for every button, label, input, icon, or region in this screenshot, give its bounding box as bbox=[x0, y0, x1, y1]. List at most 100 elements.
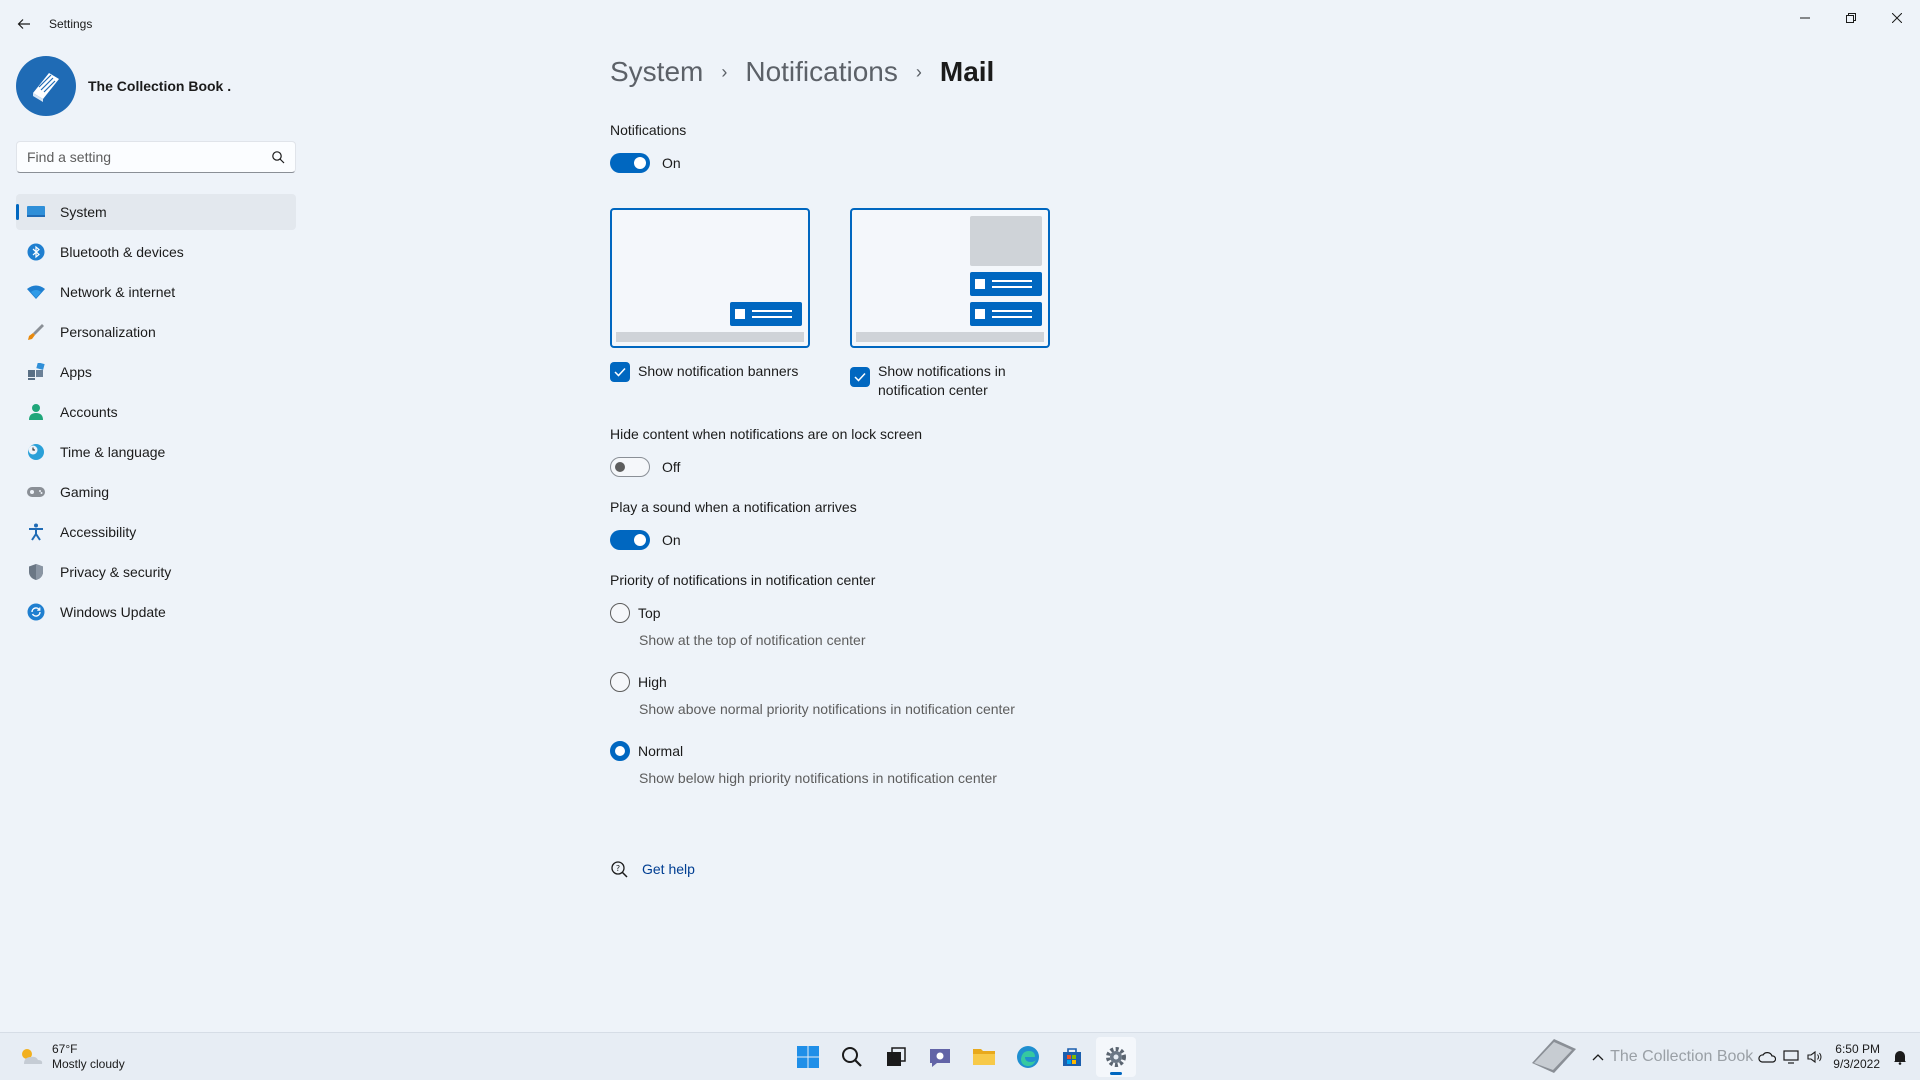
sidebar-item-label: System bbox=[60, 204, 107, 220]
chat-button[interactable] bbox=[920, 1037, 960, 1077]
show-banners-checkbox[interactable] bbox=[610, 362, 630, 382]
sidebar-item-personalization[interactable]: Personalization bbox=[16, 314, 296, 350]
sidebar-item-label: Time & language bbox=[60, 444, 166, 460]
sidebar-item-apps[interactable]: Apps bbox=[16, 354, 296, 390]
update-icon bbox=[26, 602, 46, 622]
apps-icon bbox=[26, 362, 46, 382]
book-icon bbox=[33, 73, 59, 102]
sidebar-item-label: Privacy & security bbox=[60, 564, 172, 580]
get-help[interactable]: ? Get help bbox=[610, 860, 695, 878]
show-in-center-option: Show notifications in notification cente… bbox=[850, 362, 1050, 400]
svg-text:?: ? bbox=[616, 864, 620, 873]
sidebar-item-label: Bluetooth & devices bbox=[60, 244, 184, 260]
sidebar-item-gaming[interactable]: Gaming bbox=[16, 474, 296, 510]
notifications-toggle[interactable] bbox=[610, 153, 650, 173]
task-view-icon bbox=[887, 1047, 906, 1066]
close-button[interactable] bbox=[1874, 4, 1920, 32]
notification-center-button[interactable] bbox=[1888, 1045, 1912, 1069]
checkmark-icon bbox=[614, 367, 626, 377]
settings-search[interactable] bbox=[16, 141, 296, 173]
sidebar-item-accessibility[interactable]: Accessibility bbox=[16, 514, 296, 550]
show-banners-label: Show notification banners bbox=[638, 363, 799, 379]
sidebar-item-network[interactable]: Network & internet bbox=[16, 274, 296, 310]
sidebar-item-label: Network & internet bbox=[60, 284, 176, 300]
sidebar-item-label: Gaming bbox=[60, 484, 110, 500]
breadcrumb: System › Notifications › Mail bbox=[610, 56, 994, 88]
person-icon bbox=[26, 402, 46, 422]
sidebar-item-label: Apps bbox=[60, 364, 92, 380]
sound-toggle[interactable] bbox=[610, 530, 650, 550]
title-bar: Settings bbox=[0, 0, 1920, 48]
taskbar-search-button[interactable] bbox=[832, 1037, 872, 1077]
display-button[interactable] bbox=[1779, 1045, 1803, 1069]
get-help-link[interactable]: Get help bbox=[642, 861, 695, 877]
chevron-right-icon: › bbox=[915, 61, 922, 82]
priority-top-option[interactable]: Top bbox=[610, 603, 661, 623]
edge-button[interactable] bbox=[1008, 1037, 1048, 1077]
priority-high-radio[interactable] bbox=[610, 672, 630, 692]
sidebar-item-system[interactable]: System bbox=[16, 194, 296, 230]
notifications-label: Notifications bbox=[610, 122, 687, 138]
settings-taskbar-button[interactable] bbox=[1096, 1037, 1136, 1077]
priority-top-description: Show at the top of notification center bbox=[639, 632, 866, 648]
minimize-button[interactable] bbox=[1782, 4, 1828, 32]
sidebar-item-windows-update[interactable]: Windows Update bbox=[16, 594, 296, 630]
cloudy-weather-icon bbox=[22, 1049, 43, 1064]
priority-normal-radio[interactable] bbox=[610, 741, 630, 761]
weather-widget[interactable]: 67°F Mostly cloudy bbox=[18, 1042, 125, 1072]
profile-name: The Collection Book . bbox=[88, 78, 232, 94]
onedrive-button[interactable] bbox=[1755, 1045, 1779, 1069]
back-arrow-icon bbox=[17, 19, 30, 29]
system-tray: The Collection Book 6:50 PM 9/3/2022 bbox=[1528, 1033, 1920, 1080]
breadcrumb-notifications[interactable]: Notifications bbox=[745, 56, 898, 88]
sidebar-item-label: Windows Update bbox=[60, 604, 166, 620]
taskbar: 67°F Mostly cloudy The Collection Book 6… bbox=[0, 1032, 1920, 1080]
lockscreen-toggle[interactable] bbox=[610, 457, 650, 477]
priority-high-description: Show above normal priority notifications… bbox=[639, 701, 1015, 717]
sound-toggle-row: On bbox=[610, 530, 681, 550]
priority-normal-option[interactable]: Normal bbox=[610, 741, 683, 761]
search-icon[interactable] bbox=[271, 150, 285, 169]
avatar bbox=[16, 56, 76, 116]
chevron-right-icon: › bbox=[721, 61, 728, 82]
notification-center-preview-image bbox=[850, 208, 1050, 348]
start-button[interactable] bbox=[788, 1037, 828, 1077]
sidebar-item-label: Accessibility bbox=[60, 524, 137, 540]
lockscreen-toggle-row: Off bbox=[610, 457, 680, 477]
monitor-icon bbox=[26, 202, 46, 222]
sidebar-item-accounts[interactable]: Accounts bbox=[16, 394, 296, 430]
chat-icon bbox=[930, 1049, 950, 1067]
breadcrumb-system[interactable]: System bbox=[610, 56, 703, 88]
sidebar-nav: System Bluetooth & devices Network & int… bbox=[16, 194, 296, 634]
priority-label: Priority of notifications in notificatio… bbox=[610, 572, 876, 588]
task-view-button[interactable] bbox=[876, 1037, 916, 1077]
sound-toggle-state: On bbox=[662, 532, 681, 548]
bluetooth-icon bbox=[26, 242, 46, 262]
store-icon bbox=[1063, 1048, 1081, 1066]
search-input[interactable] bbox=[17, 142, 295, 172]
weather-description: Mostly cloudy bbox=[52, 1057, 125, 1071]
show-banners-option: Show notification banners bbox=[610, 362, 810, 382]
banner-preview-toast bbox=[730, 302, 802, 326]
wifi-icon bbox=[26, 282, 46, 302]
notification-center-preview-toast bbox=[970, 302, 1042, 326]
file-explorer-button[interactable] bbox=[964, 1037, 1004, 1077]
priority-top-radio[interactable] bbox=[610, 603, 630, 623]
sidebar-item-bluetooth[interactable]: Bluetooth & devices bbox=[16, 234, 296, 270]
file-explorer-icon bbox=[973, 1049, 995, 1065]
back-button[interactable] bbox=[12, 12, 36, 36]
sidebar-item-label: Accounts bbox=[60, 404, 118, 420]
clock[interactable]: 6:50 PM 9/3/2022 bbox=[1833, 1042, 1880, 1072]
show-in-center-checkbox[interactable] bbox=[850, 367, 870, 387]
close-icon bbox=[1892, 13, 1902, 23]
priority-high-option[interactable]: High bbox=[610, 672, 667, 692]
volume-button[interactable] bbox=[1803, 1045, 1827, 1069]
user-profile[interactable]: The Collection Book . bbox=[16, 56, 231, 116]
sidebar-item-privacy[interactable]: Privacy & security bbox=[16, 554, 296, 590]
sidebar-item-time-language[interactable]: Time & language bbox=[16, 434, 296, 470]
store-button[interactable] bbox=[1052, 1037, 1092, 1077]
restore-button[interactable] bbox=[1828, 4, 1874, 32]
notification-center-preview-card bbox=[970, 216, 1042, 266]
tray-overflow-button[interactable] bbox=[1586, 1045, 1610, 1069]
restore-icon bbox=[1846, 13, 1856, 23]
